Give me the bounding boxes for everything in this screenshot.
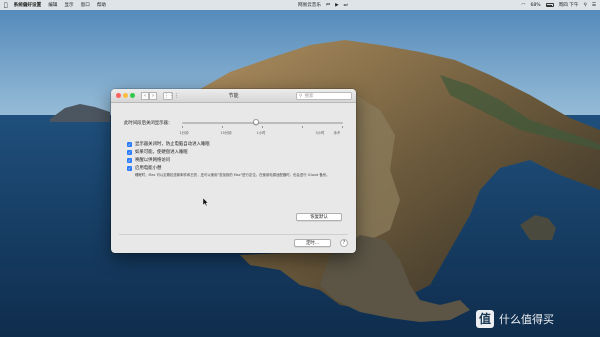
schedule-button[interactable]: 定时... <box>294 239 331 247</box>
tick-label-15min: 15分钟 <box>220 131 232 135</box>
checkbox-label: 如果可能，使硬盘进入睡眠 <box>135 150 188 155</box>
notification-center-icon[interactable]: ☰ <box>592 3 596 8</box>
watermark: 值 什么值得买 <box>476 310 554 328</box>
display-sleep-label: 此时间段后关闭显示器： <box>124 121 173 126</box>
slider-tick <box>182 126 183 128</box>
search-icon: ⚲ <box>299 94 303 99</box>
slider-tick <box>222 126 223 128</box>
tick-label-1hr: 1小时 <box>256 131 266 135</box>
energy-saver-window: ‹ › ⋮⋮⋮ 节能 ⚲ 搜索 此时间段后关闭显示器： 1分钟 15分钟 1小时… <box>111 89 356 253</box>
menu-bar:  系统偏好设置 编辑 显示 窗口 帮助 网易云音乐 ⏮ ▶ ⏭ ◠ 68% 周… <box>0 0 600 10</box>
menu-help[interactable]: 帮助 <box>97 2 106 8</box>
checkbox-checked-icon[interactable]: ✓ <box>127 158 132 163</box>
play-icon[interactable]: ▶ <box>335 3 339 8</box>
checkbox-wake-network[interactable]: ✓ 唤醒以供网络访问 <box>127 158 170 163</box>
wifi-icon[interactable]: ◠ <box>521 3 525 8</box>
checkbox-checked-icon[interactable]: ✓ <box>127 150 132 155</box>
help-button[interactable]: ? <box>340 239 348 247</box>
checkbox-checked-icon[interactable]: ✓ <box>127 166 132 171</box>
music-controls: 网易云音乐 ⏮ ▶ ⏭ <box>298 0 353 10</box>
menu-window[interactable]: 窗口 <box>81 2 90 8</box>
tick-label-3hr: 3小时 <box>315 131 325 135</box>
slider-tick <box>302 126 303 128</box>
music-app-label[interactable]: 网易云音乐 <box>298 2 321 8</box>
checkbox-power-nap[interactable]: ✓ 启用电能小憩 <box>127 166 161 171</box>
divider <box>119 234 348 235</box>
apple-menu-icon[interactable]:  <box>4 2 8 9</box>
slider-tick <box>342 126 343 128</box>
tick-label-1min: 1分钟 <box>179 131 189 135</box>
slider-knob[interactable] <box>253 119 260 125</box>
checkbox-checked-icon[interactable]: ✓ <box>127 142 132 147</box>
display-sleep-slider[interactable] <box>182 122 343 124</box>
slider-tick <box>262 126 263 128</box>
status-area: ◠ 68% 周四 下午 ⚲ ☰ <box>516 0 596 10</box>
checkbox-prevent-sleep[interactable]: ✓ 显示器关闭时，防止电脑自动进入睡眠 <box>127 142 210 147</box>
mouse-cursor-icon <box>203 198 209 206</box>
settings-content: 此时间段后关闭显示器： 1分钟 15分钟 1小时 3小时 永不 ✓ 显示器关闭时… <box>111 103 356 253</box>
restore-defaults-button[interactable]: 恢复默认 <box>296 213 342 221</box>
battery-icon[interactable] <box>545 3 554 7</box>
menu-app-name[interactable]: 系统偏好设置 <box>14 2 42 8</box>
search-placeholder: 搜索 <box>304 94 314 99</box>
checkbox-label: 显示器关闭时，防止电脑自动进入睡眠 <box>135 142 210 147</box>
watermark-logo-icon: 值 <box>476 310 494 328</box>
checkbox-label: 唤醒以供网络访问 <box>135 158 171 163</box>
power-nap-description: 睡眠时，Mac 可以定期检查新邮件和日历，还可以使用"查找我的 Mac"进行定位… <box>135 173 330 177</box>
search-field[interactable]: ⚲ 搜索 <box>296 92 352 100</box>
watermark-text: 什么值得买 <box>499 313 554 326</box>
menu-edit[interactable]: 编辑 <box>48 2 57 8</box>
tick-label-never: 永不 <box>333 131 341 135</box>
previous-track-icon[interactable]: ⏮ <box>326 2 330 8</box>
checkbox-label: 启用电能小憩 <box>135 166 162 171</box>
checkbox-disk-sleep[interactable]: ✓ 如果可能，使硬盘进入睡眠 <box>127 150 188 155</box>
next-track-icon[interactable]: ⏭ <box>344 2 348 8</box>
battery-percent: 68% <box>530 2 541 8</box>
title-bar[interactable]: ‹ › ⋮⋮⋮ 节能 ⚲ 搜索 <box>111 89 356 103</box>
clock[interactable]: 周四 下午 <box>559 2 579 8</box>
spotlight-icon[interactable]: ⚲ <box>584 3 587 8</box>
menu-view[interactable]: 显示 <box>64 2 73 8</box>
